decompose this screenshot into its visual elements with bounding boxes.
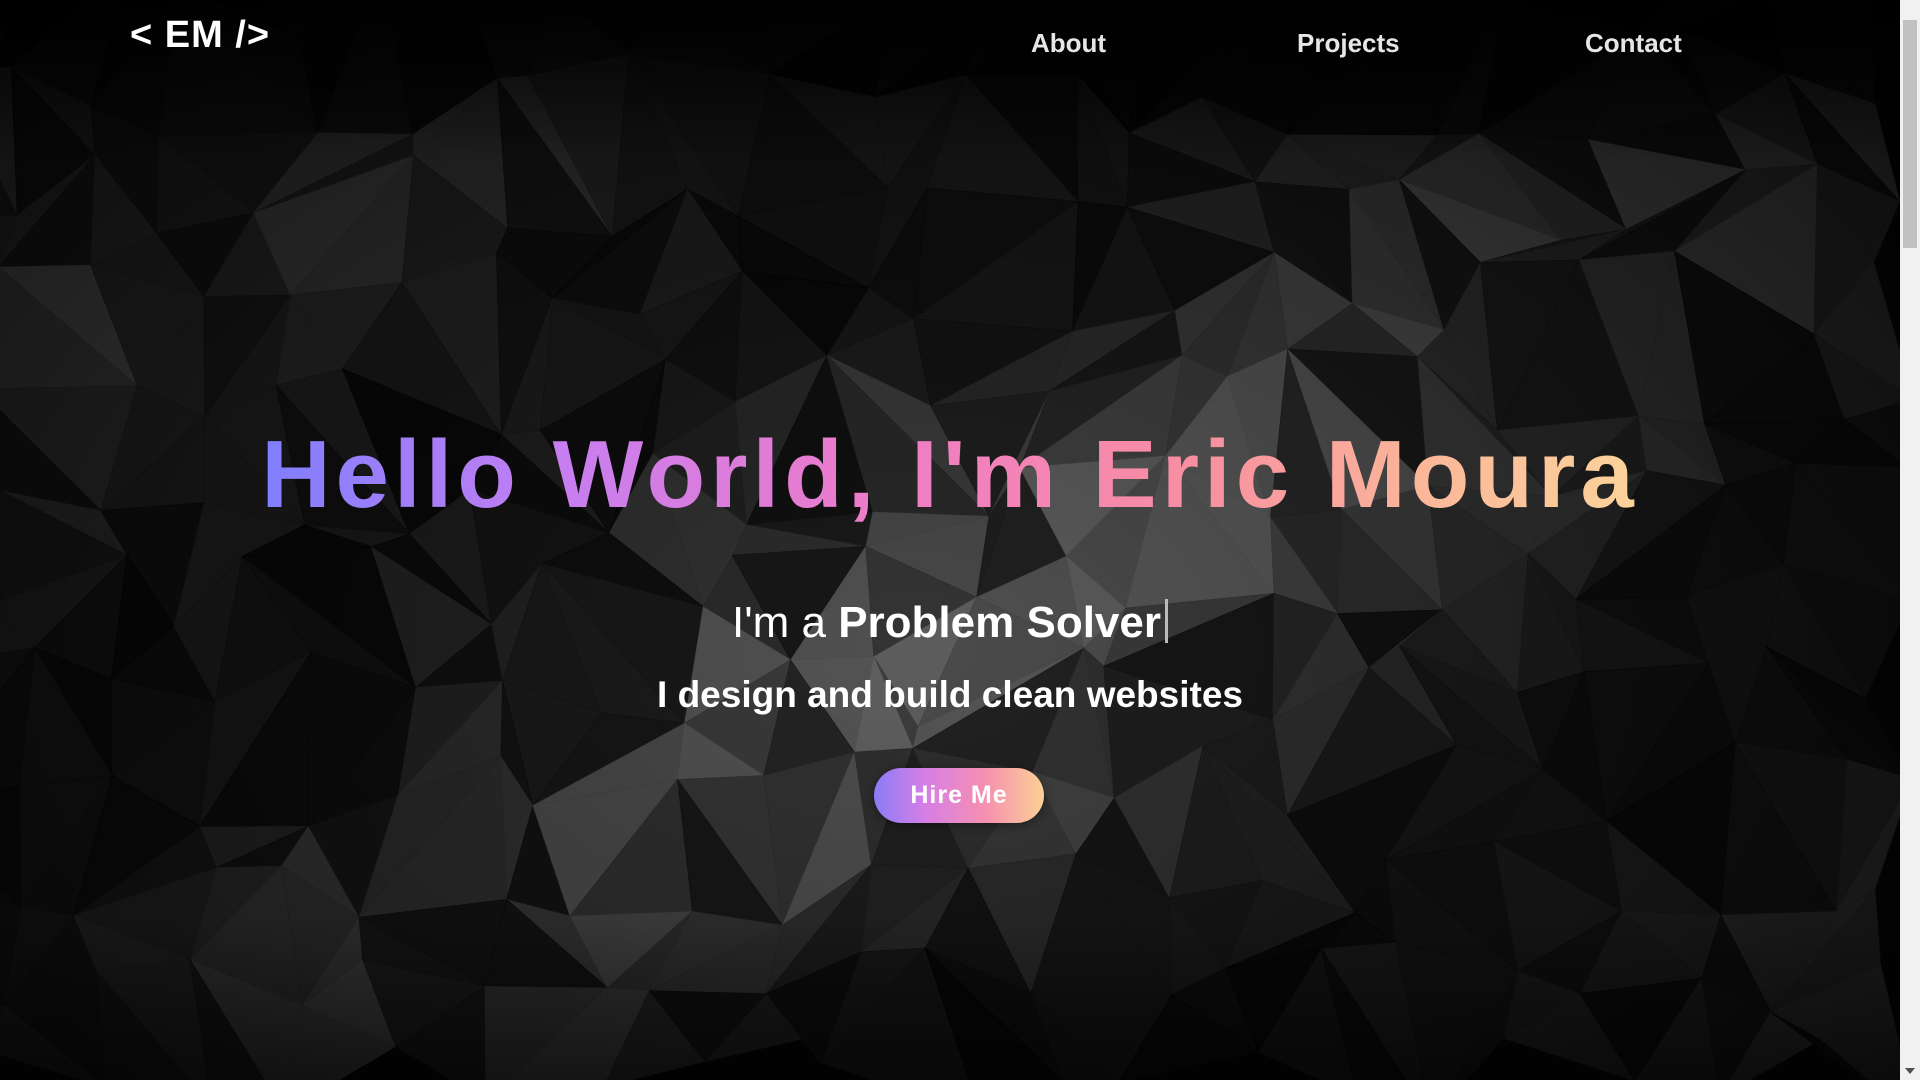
hero-subtitle: I design and build clean websites bbox=[657, 674, 1243, 715]
typing-cursor bbox=[1164, 599, 1168, 643]
page-scrollbar[interactable] bbox=[1900, 0, 1920, 1080]
nav-link-contact[interactable]: Contact bbox=[1585, 28, 1682, 59]
page: < EM /> About Projects Contact Hello Wor… bbox=[0, 0, 1920, 1080]
hero-tagline: I'm a Problem Solver bbox=[0, 596, 1900, 650]
low-poly-background bbox=[0, 0, 1900, 1080]
navbar: < EM /> About Projects Contact bbox=[0, 0, 1900, 90]
hire-me-button[interactable]: Hire Me bbox=[874, 768, 1044, 823]
hero-title: Hello World, I'm Eric Moura bbox=[0, 420, 1900, 530]
tagline-prefix: I'm a bbox=[732, 598, 839, 647]
scrollbar-thumb[interactable] bbox=[1903, 20, 1917, 248]
chevron-down-icon[interactable] bbox=[1905, 1068, 1915, 1074]
nav-link-about[interactable]: About bbox=[1031, 28, 1106, 59]
tagline-role: Problem Solver bbox=[838, 598, 1161, 647]
site-logo[interactable]: < EM /> bbox=[130, 14, 270, 57]
nav-link-projects[interactable]: Projects bbox=[1297, 28, 1400, 59]
hero-title-text: Hello World, I'm Eric Moura bbox=[261, 421, 1639, 528]
